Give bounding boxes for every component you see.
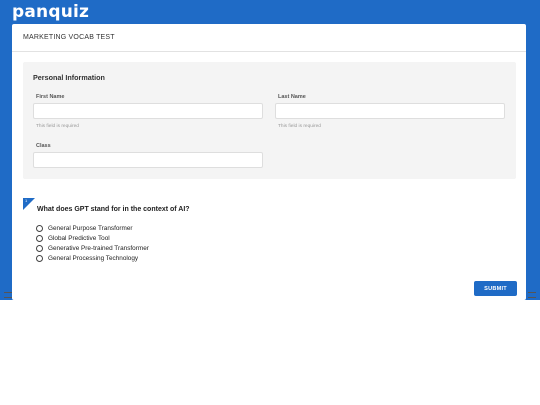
class-label: Class: [36, 143, 51, 149]
left-edge-handle-icon: [4, 292, 12, 298]
class-input[interactable]: [33, 152, 263, 168]
answer-option-4[interactable]: General Processing Technology: [36, 253, 149, 263]
answer-option-label: General Processing Technology: [48, 254, 139, 262]
quiz-card: MARKETING VOCAB TEST Personal Informatio…: [12, 24, 526, 300]
last-name-label: Last Name: [278, 94, 306, 100]
submit-button[interactable]: SUBMIT: [474, 281, 517, 296]
answer-option-label: Generative Pre-trained Transformer: [48, 244, 149, 252]
answer-option-3[interactable]: Generative Pre-trained Transformer: [36, 243, 149, 253]
answer-option-2[interactable]: Global Predictive Tool: [36, 233, 149, 243]
answer-option-label: Global Predictive Tool: [48, 234, 110, 242]
radio-button-icon[interactable]: [36, 234, 43, 242]
question-number: 1: [25, 198, 28, 203]
answer-options: General Purpose Transformer Global Predi…: [36, 223, 149, 263]
first-name-label: First Name: [36, 94, 65, 100]
first-name-hint: This field is required: [36, 124, 79, 129]
first-name-input[interactable]: [33, 103, 263, 119]
radio-button-icon[interactable]: [36, 244, 43, 252]
question-card: 1 What does GPT stand for in the context…: [23, 198, 516, 270]
last-name-input[interactable]: [275, 103, 505, 119]
personal-information-heading: Personal Information: [33, 73, 105, 82]
answer-option-1[interactable]: General Purpose Transformer: [36, 223, 149, 233]
quiz-title: MARKETING VOCAB TEST: [12, 24, 526, 52]
personal-information-section: Personal Information First Name This fie…: [23, 62, 516, 179]
right-edge-handle-icon: [528, 292, 536, 298]
radio-button-icon[interactable]: [36, 224, 43, 232]
answer-option-label: General Purpose Transformer: [48, 224, 133, 232]
question-text: What does GPT stand for in the context o…: [37, 206, 190, 213]
last-name-hint: This field is required: [278, 124, 321, 129]
panquiz-logo: panquiz: [12, 2, 90, 22]
radio-button-icon[interactable]: [36, 254, 43, 262]
